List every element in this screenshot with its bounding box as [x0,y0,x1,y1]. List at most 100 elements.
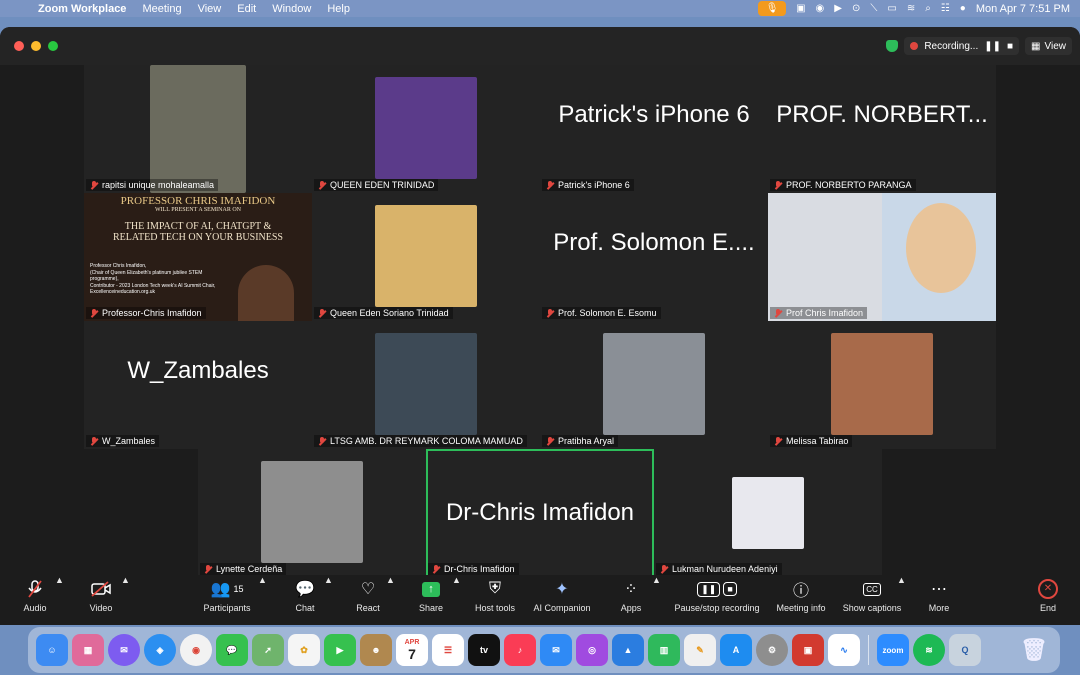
upload-status-icon[interactable]: ⊙ [852,3,860,14]
zoom-window-button[interactable] [48,41,58,51]
participant-tile[interactable]: Prof. Solomon E.... Prof. Solomon E. Esom… [540,193,768,321]
participant-tile[interactable]: Prof Chris Imafidon [768,193,996,321]
participant-tile[interactable]: Queen Eden Soriano Trinidad [312,193,540,321]
participant-video [150,65,246,193]
view-button[interactable]: ▦ View [1025,37,1072,55]
host-tools-button[interactable]: ⛨ Host tools [470,575,520,625]
keynote-icon[interactable]: ▲ [612,634,644,666]
pause-stop-recording-button[interactable]: ❚❚ ■ Pause/stop recording [668,575,766,625]
mic-in-use-icon[interactable]: 🎙 [758,1,787,16]
ai-companion-button[interactable]: ✦ AI Companion [530,575,594,625]
menu-meeting[interactable]: Meeting [134,3,189,15]
system-settings-icon[interactable]: ⚙ [756,634,788,666]
stop-icon[interactable]: ■ [1007,41,1013,52]
finder-icon[interactable]: ☺ [36,634,68,666]
spotify-icon[interactable]: ≋ [913,634,945,666]
menu-help[interactable]: Help [319,3,358,15]
reminders-icon[interactable]: ☰ [432,634,464,666]
captions-options-caret[interactable]: ▲ [897,575,906,625]
menu-app-name[interactable]: Zoom Workplace [30,3,134,15]
control-center-icon[interactable]: ☷ [941,3,950,14]
participant-tile[interactable]: rapitsi unique mohaleamalla [84,65,312,193]
activity-monitor-icon[interactable]: ∿ [828,634,860,666]
status-app-icon[interactable]: ▣ [796,3,805,14]
participant-name-label: Lynette Cerdeña [200,563,287,575]
chat-button[interactable]: 💬 Chat [290,575,320,625]
user-avatar-icon[interactable]: ● [960,3,966,14]
chrome-icon[interactable]: ◉ [180,634,212,666]
participant-tile[interactable]: PROF. NORBERT... PROF. NORBERTO PARANGA [768,65,996,193]
podcasts-icon[interactable]: ◎ [576,634,608,666]
more-button[interactable]: ⋯ More [924,575,954,625]
react-button[interactable]: ♡ React [352,575,384,625]
photo-booth-icon[interactable]: ▣ [792,634,824,666]
participant-tile[interactable]: QUEEN EDEN TRINIDAD [312,65,540,193]
participant-tile[interactable]: Pratibha Aryal [540,321,768,449]
apps-options-caret[interactable]: ▲ [652,575,661,625]
video-label: Video [89,603,113,613]
participant-tile[interactable]: Patrick's iPhone 6 Patrick's iPhone 6 [540,65,768,193]
share-button[interactable]: ↑ Share [414,575,448,625]
safari-icon[interactable]: ◈ [144,634,176,666]
security-shield-icon[interactable] [886,40,899,52]
video-button[interactable]: Video [84,575,118,625]
menu-clock[interactable]: Mon Apr 7 7:51 PM [976,3,1070,15]
video-options-caret[interactable]: ▲ [121,575,130,625]
pages-icon[interactable]: ✎ [684,634,716,666]
pause-stop-label: Pause/stop recording [674,603,760,613]
messenger-icon[interactable]: ✉ [108,634,140,666]
facetime-icon[interactable]: ▶ [324,634,356,666]
search-icon[interactable]: ⌕ [925,3,931,14]
apple-tv-icon[interactable]: tv [468,634,500,666]
trash-icon[interactable]: 🗑 [1018,634,1050,666]
end-meeting-button[interactable]: ✕ End [1034,575,1062,625]
pause-icon[interactable]: ❚❚ [984,41,1001,52]
participants-button[interactable]: 👥 15 Participants [196,575,258,625]
minimize-window-button[interactable] [31,41,41,51]
status-color-icon[interactable]: ◉ [816,3,825,14]
participant-name: rapitsi unique mohaleamalla [102,180,215,190]
info-icon: ⓘ [792,583,809,600]
participant-tile[interactable]: PROFESSOR CHRIS IMAFIDON WILL PRESENT A S… [84,193,312,321]
chat-options-caret[interactable]: ▲ [324,575,333,625]
audio-button[interactable]: Audio [18,575,52,625]
participant-tile[interactable]: W_Zambales W_Zambales [84,321,312,449]
participant-name: Lukman Nurudeen Adeniyi [672,564,778,574]
app-store-icon[interactable]: A [720,634,752,666]
wifi-icon[interactable]: ≋ [907,3,915,14]
launchpad-icon[interactable]: ▦ [72,634,104,666]
maps-icon[interactable]: ➚ [252,634,284,666]
quicktime-icon[interactable]: Q [949,634,981,666]
photos-icon[interactable]: ✿ [288,634,320,666]
battery-icon[interactable]: ▭ [887,3,896,14]
music-icon[interactable]: ♪ [504,634,536,666]
participant-tile[interactable]: Lukman Nurudeen Adeniyi [654,449,882,577]
contacts-icon[interactable]: ☻ [360,634,392,666]
share-options-caret[interactable]: ▲ [452,575,461,625]
apps-button[interactable]: ⁘ Apps [616,575,646,625]
participant-tile[interactable]: LTSG AMB. DR REYMARK COLOMA MAMUAD [312,321,540,449]
calendar-icon[interactable]: APR 7 [396,634,428,666]
menu-view[interactable]: View [190,3,230,15]
calendar-month: APR [404,638,420,646]
play-status-icon[interactable]: ▶ [834,3,842,14]
numbers-icon[interactable]: ▥ [648,634,680,666]
messages-icon[interactable]: 💬 [216,634,248,666]
zoom-dock-icon[interactable]: zoom [877,634,909,666]
menu-window[interactable]: Window [264,3,319,15]
stop-recording-icon: ■ [723,582,737,596]
participant-tile[interactable]: Lynette Cerdeña [198,449,426,577]
mail-icon[interactable]: ✉ [540,634,572,666]
menu-edit[interactable]: Edit [229,3,264,15]
participant-tile[interactable]: Dr-Chris Imafidon Dr-Chris Imafidon [426,449,654,577]
show-captions-button[interactable]: CC Show captions [838,575,906,625]
react-options-caret[interactable]: ▲ [386,575,395,625]
close-window-button[interactable] [14,41,24,51]
audio-options-caret[interactable]: ▲ [55,575,64,625]
recording-indicator[interactable]: Recording... ❚❚ ■ [904,37,1020,55]
meeting-info-button[interactable]: ⓘ Meeting info [772,575,830,625]
participant-tile[interactable]: Melissa Tabirao [768,321,996,449]
participants-options-caret[interactable]: ▲ [258,575,267,625]
meeting-info-label: Meeting info [776,603,826,613]
slash-status-icon[interactable]: ⟍ [870,3,877,14]
